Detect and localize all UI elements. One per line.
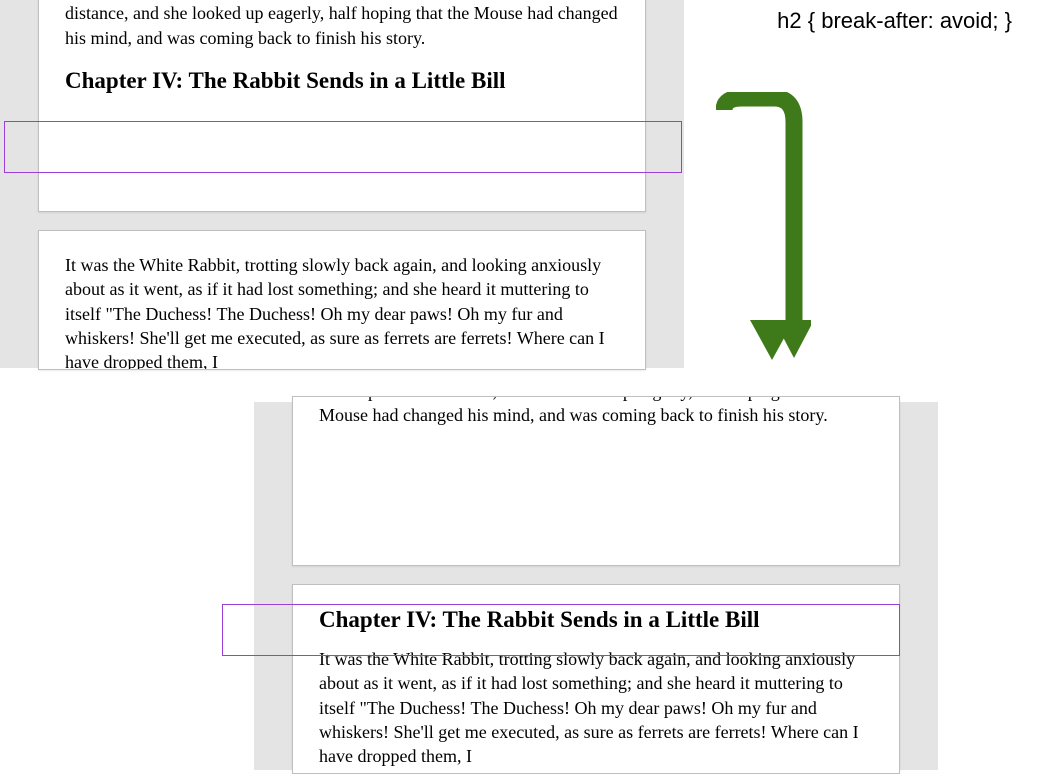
paragraph-rabbit: It was the White Rabbit, trotting slowly… [65, 253, 619, 370]
paragraph-intro: footsteps in the distance, and she looke… [319, 396, 873, 428]
chapter-heading: Chapter IV: The Rabbit Sends in a Little… [65, 68, 619, 94]
before-state: little while, however, she again heard a… [0, 0, 684, 368]
page-after-1: footsteps in the distance, and she looke… [292, 396, 900, 566]
page-after-2: Chapter IV: The Rabbit Sends in a Little… [292, 584, 900, 774]
page-before-2: It was the White Rabbit, trotting slowly… [38, 230, 646, 370]
paragraph-intro: little while, however, she again heard a… [65, 0, 619, 50]
arrow-down-icon [716, 92, 811, 372]
paragraph-rabbit: It was the White Rabbit, trotting slowly… [319, 647, 873, 768]
after-state: footsteps in the distance, and she looke… [254, 402, 938, 770]
chapter-heading: Chapter IV: The Rabbit Sends in a Little… [319, 607, 873, 633]
page-before-1: little while, however, she again heard a… [38, 0, 646, 212]
css-rule-label: h2 { break-after: avoid; } [777, 8, 1012, 34]
